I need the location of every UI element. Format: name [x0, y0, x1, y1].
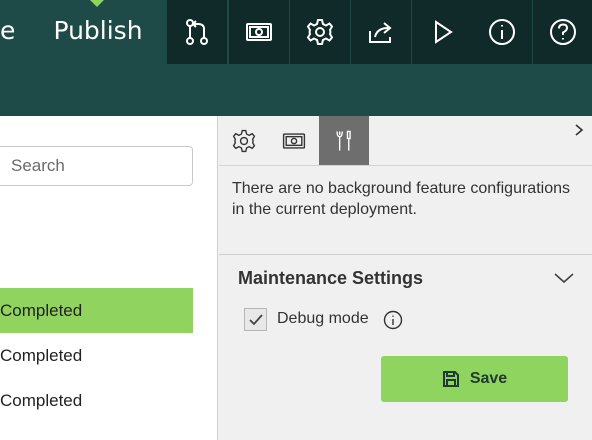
list-item[interactable]: Completed — [0, 333, 193, 378]
run-button[interactable] — [412, 0, 472, 64]
info-icon — [383, 310, 403, 330]
chevron-down-icon — [554, 273, 574, 284]
search-input[interactable]: Search — [0, 146, 193, 186]
share-icon — [369, 22, 392, 43]
previous-tab-fragment[interactable]: e — [0, 0, 30, 64]
active-tab-indicator — [90, 0, 104, 7]
tab-publish[interactable]: Publish — [30, 0, 166, 64]
save-button-label: Save — [469, 370, 508, 387]
merge-icon — [186, 19, 208, 45]
top-toolbar: e Publish — [0, 0, 592, 64]
gear-icon — [232, 129, 256, 152]
play-icon — [435, 20, 453, 44]
checkmark-icon — [248, 313, 263, 325]
divider — [219, 165, 592, 166]
share-button[interactable] — [351, 0, 411, 64]
info-icon — [489, 19, 515, 45]
save-button[interactable]: Save — [381, 356, 568, 402]
debug-mode-label: Debug mode — [277, 310, 369, 327]
debug-mode-info[interactable] — [383, 310, 403, 330]
empty-state-message: There are no background feature configur… — [232, 180, 570, 218]
divider — [219, 254, 592, 255]
chevron-right-icon — [575, 124, 584, 136]
info-button[interactable] — [472, 0, 532, 64]
gear-icon — [306, 19, 334, 45]
secondary-toolbar — [0, 64, 592, 116]
list-item-status: Completed — [0, 391, 83, 410]
item-list-pane: Search Completed Completed Completed — [0, 116, 218, 440]
tab-publish-label: Publish — [53, 16, 143, 45]
debug-mode-checkbox[interactable] — [244, 308, 267, 331]
list-item[interactable]: Completed — [0, 378, 193, 423]
section-title: Maintenance Settings — [238, 268, 424, 288]
list-item-status: Completed — [0, 301, 83, 320]
money-icon — [282, 132, 306, 149]
billing-button[interactable] — [229, 0, 289, 64]
help-icon — [550, 19, 576, 45]
merge-button[interactable] — [167, 0, 227, 64]
tab-maintenance[interactable] — [319, 116, 369, 165]
properties-panel: There are no background feature configur… — [219, 116, 592, 440]
save-icon — [442, 371, 459, 387]
collapse-panel-button[interactable] — [572, 122, 586, 136]
settings-button[interactable] — [290, 0, 350, 64]
help-button[interactable] — [533, 0, 592, 64]
tools-icon — [336, 130, 351, 151]
tab-billing[interactable] — [269, 116, 319, 165]
section-toggle[interactable] — [553, 270, 575, 284]
money-icon — [246, 23, 272, 41]
tab-settings[interactable] — [219, 116, 269, 165]
list-item[interactable]: Completed — [0, 288, 193, 333]
list-item-status: Completed — [0, 346, 83, 365]
